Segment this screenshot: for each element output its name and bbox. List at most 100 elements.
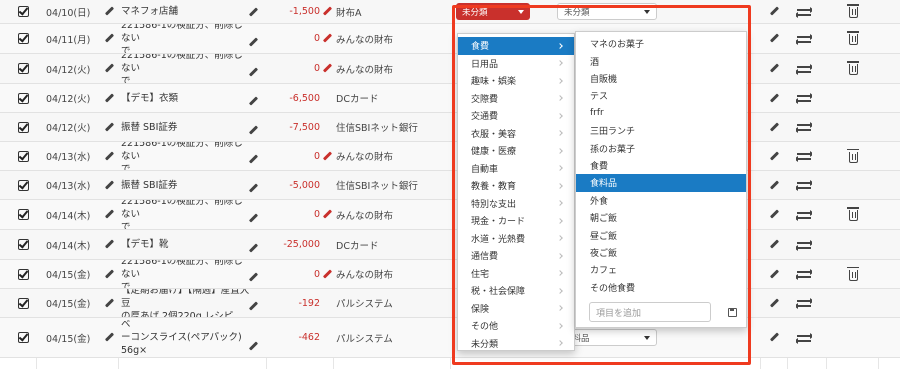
edit-date-button[interactable] (103, 142, 115, 170)
edit-memo-button[interactable] (768, 200, 780, 229)
sub-category-select[interactable]: 未分類 (557, 3, 657, 20)
transfer-button[interactable] (796, 84, 812, 112)
main-category-item[interactable]: 住宅 (458, 265, 574, 283)
sub-category-item[interactable]: 外食 (576, 192, 746, 209)
main-category-item[interactable]: 通信費 (458, 247, 574, 265)
edit-description-button[interactable] (247, 318, 259, 357)
sub-category-item[interactable]: 孫のお菓子 (576, 139, 746, 156)
edit-amount-button[interactable] (322, 200, 332, 229)
sub-category-item[interactable]: カフェ (576, 261, 746, 278)
edit-memo-button[interactable] (768, 230, 780, 259)
edit-memo-button[interactable] (768, 289, 780, 317)
sub-category-item[interactable]: 自販機 (576, 70, 746, 87)
main-category-item[interactable]: 趣味・娯楽 (458, 72, 574, 90)
main-category-item[interactable]: 税・社会保障 (458, 282, 574, 300)
edit-date-button[interactable] (103, 24, 115, 53)
row-checkbox[interactable] (16, 260, 30, 288)
edit-description-button[interactable] (247, 0, 259, 23)
edit-memo-button[interactable] (768, 0, 780, 23)
main-category-item[interactable]: 水道・光熱費 (458, 230, 574, 248)
main-category-item[interactable]: 教養・教育 (458, 177, 574, 195)
transfer-button[interactable] (796, 113, 812, 141)
main-category-item[interactable]: 交通費 (458, 107, 574, 125)
row-checkbox[interactable] (16, 171, 30, 199)
main-category-item[interactable]: 日用品 (458, 55, 574, 73)
edit-date-button[interactable] (103, 113, 115, 141)
edit-description-button[interactable] (247, 113, 259, 141)
transfer-button[interactable] (796, 289, 812, 317)
edit-description-button[interactable] (247, 84, 259, 112)
sub-category-item[interactable]: 酒 (576, 52, 746, 69)
edit-memo-button[interactable] (768, 24, 780, 53)
edit-description-button[interactable] (247, 260, 259, 288)
row-checkbox[interactable] (16, 113, 30, 141)
main-category-item[interactable]: 未分類 (458, 335, 574, 353)
edit-amount-button[interactable] (322, 54, 332, 83)
edit-date-button[interactable] (103, 171, 115, 199)
transfer-button[interactable] (796, 142, 812, 170)
sub-category-item[interactable]: 昼ご飯 (576, 226, 746, 243)
edit-memo-button[interactable] (768, 113, 780, 141)
main-category-item[interactable]: 現金・カード (458, 212, 574, 230)
transfer-button[interactable] (796, 171, 812, 199)
edit-amount-button[interactable] (322, 142, 332, 170)
row-checkbox[interactable] (16, 142, 30, 170)
row-checkbox[interactable] (16, 318, 30, 357)
sub-category-item[interactable]: 食費 (576, 157, 746, 174)
main-category-item[interactable]: 保険 (458, 300, 574, 318)
edit-description-button[interactable] (247, 289, 259, 317)
edit-date-button[interactable] (103, 200, 115, 229)
edit-memo-button[interactable] (768, 260, 780, 288)
row-checkbox[interactable] (16, 84, 30, 112)
row-checkbox[interactable] (16, 200, 30, 229)
edit-description-button[interactable] (247, 171, 259, 199)
sub-category-item[interactable]: マネのお菓子 (576, 35, 746, 52)
delete-button[interactable] (846, 260, 860, 288)
transfer-button[interactable] (796, 24, 812, 53)
edit-memo-button[interactable] (768, 84, 780, 112)
edit-memo-button[interactable] (768, 171, 780, 199)
transfer-button[interactable] (796, 318, 812, 357)
edit-description-button[interactable] (247, 230, 259, 259)
transfer-button[interactable] (796, 230, 812, 259)
main-category-item[interactable]: 自動車 (458, 160, 574, 178)
delete-button[interactable] (846, 54, 860, 83)
delete-button[interactable] (846, 200, 860, 229)
edit-date-button[interactable] (103, 0, 115, 23)
edit-memo-button[interactable] (768, 318, 780, 357)
main-category-select[interactable]: 未分類 (456, 3, 530, 20)
edit-description-button[interactable] (247, 54, 259, 83)
main-category-item[interactable]: 交際費 (458, 90, 574, 108)
sub-category-item[interactable]: 食料品 (576, 174, 746, 192)
edit-memo-button[interactable] (768, 142, 780, 170)
edit-memo-button[interactable] (768, 54, 780, 83)
edit-description-button[interactable] (247, 24, 259, 53)
save-icon[interactable] (728, 307, 737, 317)
edit-amount-button[interactable] (322, 0, 332, 23)
delete-button[interactable] (846, 24, 860, 53)
main-category-item[interactable]: 食費 (458, 37, 574, 55)
sub-category-item[interactable]: 三田ランチ (576, 122, 746, 139)
transfer-button[interactable] (796, 260, 812, 288)
delete-button[interactable] (846, 142, 860, 170)
edit-description-button[interactable] (247, 200, 259, 229)
row-checkbox[interactable] (16, 54, 30, 83)
row-checkbox[interactable] (16, 289, 30, 317)
edit-amount-button[interactable] (322, 260, 332, 288)
main-category-item[interactable]: 衣服・美容 (458, 125, 574, 143)
sub-category-item[interactable]: 夜ご飯 (576, 244, 746, 261)
transfer-button[interactable] (796, 54, 812, 83)
delete-button[interactable] (846, 0, 860, 23)
edit-date-button[interactable] (103, 289, 115, 317)
edit-date-button[interactable] (103, 54, 115, 83)
sub-category-item[interactable]: テス (576, 87, 746, 104)
main-category-item[interactable]: その他 (458, 317, 574, 335)
row-checkbox[interactable] (16, 24, 30, 53)
row-checkbox[interactable] (16, 0, 30, 23)
sub-category-item[interactable]: frfr (576, 105, 746, 122)
edit-description-button[interactable] (247, 142, 259, 170)
main-category-item[interactable]: 特別な支出 (458, 195, 574, 213)
row-checkbox[interactable] (16, 230, 30, 259)
add-category-input[interactable]: 項目を追加 (589, 302, 711, 322)
edit-date-button[interactable] (103, 260, 115, 288)
